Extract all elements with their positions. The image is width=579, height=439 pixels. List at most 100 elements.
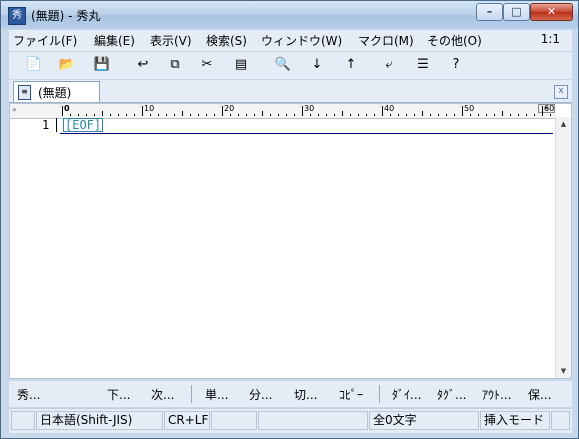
new-file-icon[interactable]: 📄 <box>24 56 44 74</box>
close-icon: ✕ <box>546 5 557 18</box>
menu-search[interactable]: 検索(S) <box>206 32 247 49</box>
find-down-icon[interactable]: ↓ <box>307 56 327 74</box>
ruler-tick <box>206 114 207 116</box>
ruler-tick <box>70 114 71 116</box>
menu-file[interactable]: ファイル(F) <box>13 32 77 49</box>
ruler-tick <box>414 114 415 116</box>
ruler-tick <box>318 114 319 116</box>
ruler-tick <box>302 106 303 116</box>
status-blank <box>11 411 35 430</box>
ruler-tick <box>542 106 543 116</box>
ruler-tick <box>470 114 471 116</box>
ruler-tick <box>494 114 495 116</box>
ruler-tick <box>78 114 79 116</box>
save-icon[interactable]: 💾 <box>92 56 112 74</box>
ruler-tick <box>182 111 183 116</box>
fkey-6[interactable]: 切... <box>294 386 317 403</box>
status-mode[interactable]: 挿入モード <box>480 411 550 430</box>
undo-icon[interactable]: ↩ <box>133 56 153 74</box>
hidemaru-app-icon[interactable]: 秀 <box>8 7 26 25</box>
close-tab-icon[interactable]: x <box>554 85 568 99</box>
ruler-tick <box>534 114 535 116</box>
title-bar[interactable]: 秀 (無題) - 秀丸 – □ ✕ <box>1 1 578 29</box>
ruler-tick <box>278 114 279 116</box>
ruler-label: 30 <box>304 104 315 113</box>
minimize-button[interactable]: – <box>476 3 503 21</box>
ruler-tick <box>102 111 103 116</box>
editor-area[interactable]: » « 0 10 20 30 40 50 60 ▲ ▼ 1 [EOF] <box>9 103 572 379</box>
menu-edit[interactable]: 編集(E) <box>94 32 135 49</box>
ruler-tick <box>270 114 271 116</box>
status-blank <box>211 411 257 430</box>
menu-window[interactable]: ウィンドウ(W) <box>261 32 342 49</box>
status-line-ending[interactable]: CR+LF <box>164 411 210 430</box>
menu-other[interactable]: その他(O) <box>427 32 482 49</box>
ruler-tick <box>462 106 463 116</box>
open-folder-icon[interactable]: 📂 <box>57 56 77 74</box>
fkey-9[interactable]: ﾀｸﾞ... <box>437 386 466 403</box>
fkey-separator <box>191 385 192 403</box>
fkey-2[interactable]: 下... <box>107 386 130 403</box>
ruler-tick <box>190 114 191 116</box>
ruler-tick <box>94 114 95 116</box>
ruler-tick <box>150 114 151 116</box>
ruler-tick <box>86 114 87 116</box>
fkey-11[interactable]: 保... <box>528 386 551 403</box>
ruler-tick <box>254 114 255 116</box>
ruler-tick <box>358 114 359 116</box>
ruler-tick <box>430 114 431 116</box>
ruler-tick <box>310 114 311 116</box>
fkey-1[interactable]: 秀... <box>17 386 40 403</box>
ruler-tick <box>446 114 447 116</box>
tag-jump-icon[interactable]: ⤶ <box>379 56 399 74</box>
fkey-4[interactable]: 単... <box>205 386 228 403</box>
ruler-tick <box>110 114 111 116</box>
ruler-tick <box>374 114 375 116</box>
ruler-tick <box>510 114 511 116</box>
fkey-10[interactable]: ｱｳﾄ... <box>482 386 511 403</box>
tab-untitled[interactable]: ≡ (無題) <box>13 81 100 102</box>
ruler-label: 0 <box>64 104 70 113</box>
close-button[interactable]: ✕ <box>530 3 573 21</box>
status-bar: 日本語(Shift-JIS) CR+LF 全0文字 挿入モード <box>9 408 572 433</box>
scroll-up-icon[interactable]: ▲ <box>557 117 570 131</box>
ruler-label: 60 <box>544 104 555 113</box>
fkey-3[interactable]: 次... <box>151 386 174 403</box>
ruler-label: 50 <box>464 104 475 113</box>
find-up-icon[interactable]: ↑ <box>341 56 361 74</box>
ruler-tick <box>526 114 527 116</box>
ruler-tick <box>390 114 391 116</box>
status-char-count: 全0文字 <box>369 411 479 430</box>
ruler-tick <box>406 114 407 116</box>
ruler-tick <box>366 114 367 116</box>
window-title: (無題) - 秀丸 <box>31 9 101 23</box>
ruler-marker-icon: » <box>12 105 17 114</box>
vertical-scrollbar[interactable]: ▲ ▼ <box>555 117 571 378</box>
fkey-8[interactable]: ﾀﾞｲ... <box>392 386 421 403</box>
fkey-7[interactable]: ｺﾋﾟｰ <box>339 386 363 403</box>
menu-macro[interactable]: マクロ(M) <box>358 32 414 49</box>
ruler-tick <box>342 111 343 116</box>
fkey-separator <box>379 385 380 403</box>
paste-icon[interactable]: ▤ <box>231 56 251 74</box>
ruler-tick <box>286 114 287 116</box>
ruler-tick <box>62 106 63 116</box>
ruler-tick <box>550 114 551 116</box>
help-icon[interactable]: ? <box>446 56 466 74</box>
split-window-icon[interactable]: ☰ <box>413 56 433 74</box>
status-encoding[interactable]: 日本語(Shift-JIS) <box>36 411 163 430</box>
tab-label: (無題) <box>38 86 72 100</box>
document-icon: ≡ <box>18 85 31 100</box>
ruler-tick <box>334 114 335 116</box>
ruler-tick <box>246 114 247 116</box>
find-icon[interactable]: 🔍 <box>273 56 293 74</box>
fkey-5[interactable]: 分... <box>249 386 272 403</box>
maximize-button[interactable]: □ <box>503 3 530 21</box>
cut-icon[interactable]: ✂ <box>197 56 217 74</box>
ruler-tick <box>454 114 455 116</box>
menu-view[interactable]: 表示(V) <box>150 32 192 49</box>
scroll-down-icon[interactable]: ▼ <box>557 364 570 378</box>
line-number: 1 <box>42 118 50 132</box>
ruler-tick <box>158 114 159 116</box>
copy-icon[interactable]: ⧉ <box>165 56 185 74</box>
